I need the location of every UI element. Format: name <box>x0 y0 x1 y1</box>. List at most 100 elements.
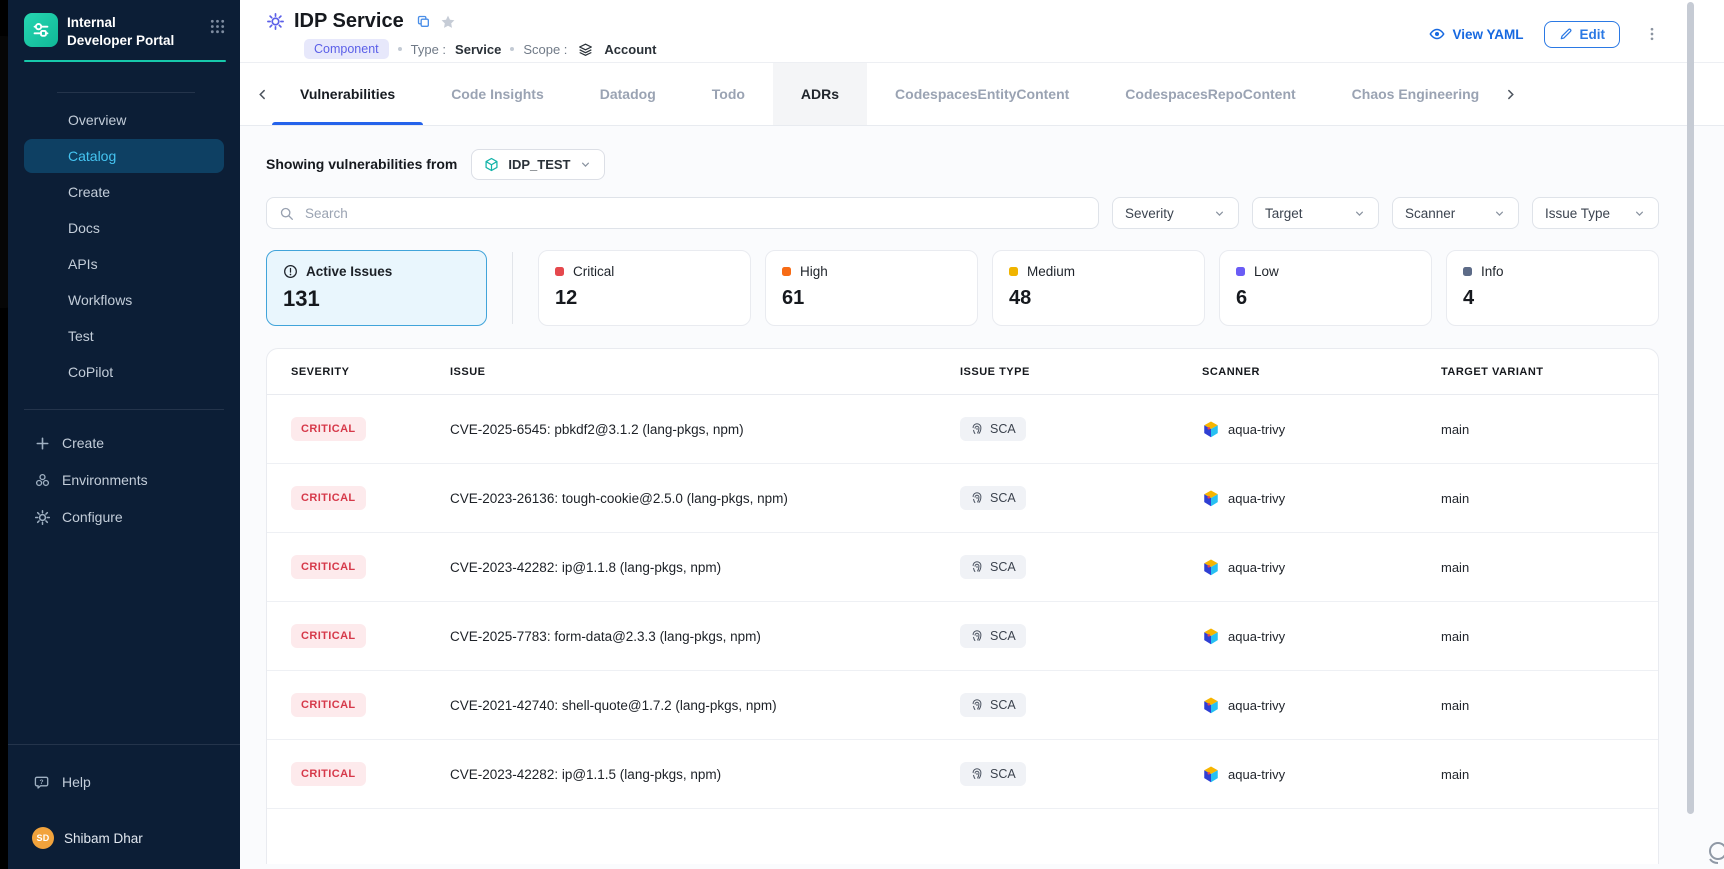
tab-chaos-engineering[interactable]: Chaos Engineering <box>1324 63 1494 125</box>
tab-vulnerabilities[interactable]: Vulnerabilities <box>272 63 423 125</box>
tab-todo[interactable]: Todo <box>684 63 773 125</box>
issue-text: CVE-2023-42282: ip@1.1.8 (lang-pkgs, npm… <box>450 560 960 575</box>
severity-dot <box>1009 267 1018 276</box>
tab-adrs[interactable]: ADRs <box>773 63 867 125</box>
table-row[interactable]: CRITICAL CVE-2023-42282: ip@1.1.5 (lang-… <box>267 740 1658 809</box>
tab-label: ADRs <box>801 86 839 102</box>
search-input[interactable] <box>303 205 1086 222</box>
entity-meta: Component Type : Service Scope : Account <box>304 39 656 59</box>
type-label: Type : <box>411 42 446 57</box>
sidebar-item-test[interactable]: Test <box>24 319 224 353</box>
table-row[interactable]: CRITICAL CVE-2025-7783: form-data@2.3.3 … <box>267 602 1658 671</box>
table-row[interactable]: CRITICAL CVE-2023-26136: tough-cookie@2.… <box>267 464 1658 533</box>
tab-codespacesentitycontent[interactable]: CodespacesEntityContent <box>867 63 1097 125</box>
scanner-name: aqua-trivy <box>1228 629 1285 644</box>
filter-row: Severity Target Scanner Issue Type <box>266 197 1659 229</box>
issue-text: CVE-2025-6545: pbkdf2@3.1.2 (lang-pkgs, … <box>450 422 960 437</box>
view-yaml-label: View YAML <box>1452 27 1523 42</box>
scanner-name: aqua-trivy <box>1228 422 1285 437</box>
tab-strip: Vulnerabilities Code Insights Datadog To… <box>240 63 1724 126</box>
chevron-down-icon <box>1353 207 1366 220</box>
vertical-scrollbar[interactable] <box>1687 2 1694 814</box>
severity-label: High <box>800 264 828 279</box>
sidebar-footer: Help SD Shibam Dhar <box>8 744 240 869</box>
tabs-scroll-right-button[interactable] <box>1500 63 1520 125</box>
sidebar-action-create[interactable]: Create <box>22 425 226 461</box>
plus-icon <box>34 435 51 452</box>
table-row[interactable]: CRITICAL CVE-2023-42282: ip@1.1.8 (lang-… <box>267 533 1658 602</box>
layers-icon <box>578 42 593 57</box>
scanner-cell: aqua-trivy <box>1202 558 1441 576</box>
tab-datadog[interactable]: Datadog <box>572 63 684 125</box>
summary-card-medium[interactable]: Medium 48 <box>992 250 1205 326</box>
summary-card-low[interactable]: Low 6 <box>1219 250 1432 326</box>
table-row[interactable]: CRITICAL CVE-2025-6545: pbkdf2@3.1.2 (la… <box>267 395 1658 464</box>
filter-issue-type[interactable]: Issue Type <box>1532 197 1659 229</box>
issue-type-pill: SCA <box>960 762 1026 786</box>
summary-card-info[interactable]: Info 4 <box>1446 250 1659 326</box>
sidebar-action-label: Create <box>62 435 104 451</box>
source-selector[interactable]: IDP_TEST <box>471 149 605 180</box>
summary-card-critical[interactable]: Critical 12 <box>538 250 751 326</box>
summary-card-high[interactable]: High 61 <box>765 250 978 326</box>
tab-codespacesrepocontent[interactable]: CodespacesRepoContent <box>1097 63 1323 125</box>
sidebar-item-copilot[interactable]: CoPilot <box>24 355 224 389</box>
filter-label: Target <box>1265 206 1303 221</box>
sidebar-item-create[interactable]: Create <box>24 175 224 209</box>
more-options-button[interactable] <box>1640 23 1664 45</box>
environments-icon <box>34 472 51 489</box>
severity-dot <box>1463 267 1472 276</box>
severity-dot <box>555 267 564 276</box>
meta-separator-dot <box>398 47 402 51</box>
severity-badge: CRITICAL <box>291 486 366 510</box>
scanner-cell: aqua-trivy <box>1202 696 1441 714</box>
target-variant: main <box>1441 698 1658 713</box>
view-yaml-link[interactable]: View YAML <box>1429 26 1523 42</box>
tabs-scroll-left-button[interactable] <box>252 63 272 125</box>
table-body: CRITICAL CVE-2025-6545: pbkdf2@3.1.2 (la… <box>267 395 1658 809</box>
sidebar-item-docs[interactable]: Docs <box>24 211 224 245</box>
trivy-logo-icon <box>1202 420 1220 438</box>
active-issues-card[interactable]: Active Issues 131 <box>266 250 487 326</box>
tab-code-insights[interactable]: Code Insights <box>423 63 572 125</box>
filter-scanner[interactable]: Scanner <box>1392 197 1519 229</box>
target-variant: main <box>1441 629 1658 644</box>
severity-dot <box>782 267 791 276</box>
sidebar-item-workflows[interactable]: Workflows <box>24 283 224 317</box>
sidebar-action-environments[interactable]: Environments <box>22 462 226 498</box>
sidebar-item-catalog[interactable]: Catalog <box>24 139 224 173</box>
help-button[interactable]: Help <box>8 767 240 797</box>
trivy-logo-icon <box>1202 489 1220 507</box>
sidebar-divider <box>24 409 224 410</box>
sidebar-item-label: Create <box>68 184 110 200</box>
sidebar-item-label: CoPilot <box>68 364 113 380</box>
sidebar-item-label: Test <box>68 328 94 344</box>
copy-icon[interactable] <box>416 14 431 29</box>
severity-count: 48 <box>1009 287 1188 310</box>
fingerprint-icon <box>970 491 984 505</box>
sidebar-item-apis[interactable]: APIs <box>24 247 224 281</box>
scope-label: Scope : <box>523 42 567 57</box>
gear-icon <box>34 509 51 526</box>
edit-button[interactable]: Edit <box>1544 21 1621 48</box>
user-menu[interactable]: SD Shibam Dhar <box>8 823 240 853</box>
active-issues-count: 131 <box>283 286 470 312</box>
issue-text: CVE-2021-42740: shell-quote@1.7.2 (lang-… <box>450 698 960 713</box>
sidebar-item-overview[interactable]: Overview <box>24 103 224 137</box>
favorite-star-icon[interactable] <box>440 14 456 30</box>
tab-label: Chaos Engineering <box>1352 86 1480 102</box>
sidebar-item-label: APIs <box>68 256 98 272</box>
severity-label: Low <box>1254 264 1279 279</box>
severity-dot <box>1236 267 1245 276</box>
vulnerabilities-panel: Showing vulnerabilities from IDP_TEST Se… <box>240 126 1724 869</box>
filter-target[interactable]: Target <box>1252 197 1379 229</box>
column-header: SEVERITY <box>291 366 450 378</box>
sidebar-action-configure[interactable]: Configure <box>22 499 226 535</box>
corner-widget-icon[interactable] <box>1701 837 1724 867</box>
table-row[interactable]: CRITICAL CVE-2021-42740: shell-quote@1.7… <box>267 671 1658 740</box>
alert-circle-icon <box>283 264 298 279</box>
issue-type-pill: SCA <box>960 624 1026 648</box>
filter-severity[interactable]: Severity <box>1112 197 1239 229</box>
scanner-name: aqua-trivy <box>1228 767 1285 782</box>
app-switcher-button[interactable] <box>209 13 226 36</box>
